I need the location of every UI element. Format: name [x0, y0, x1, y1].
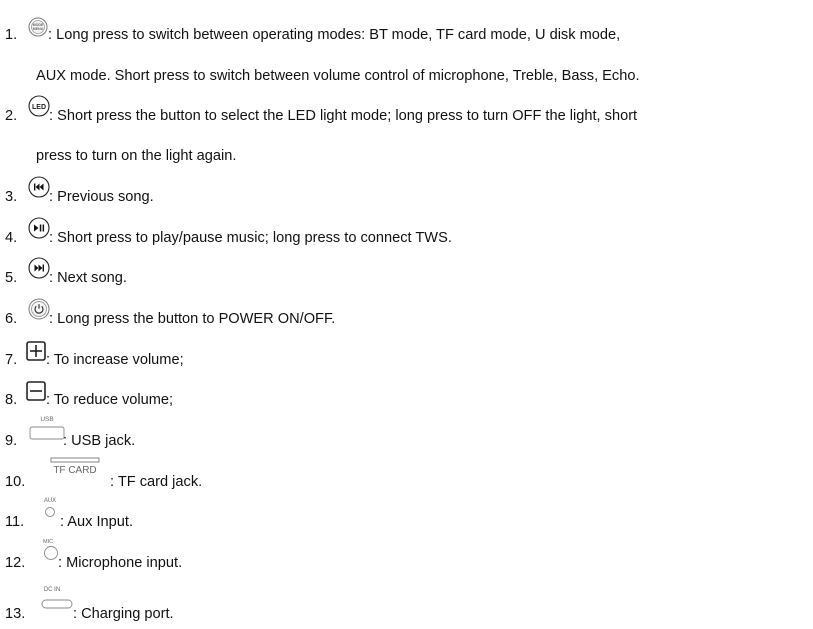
svg-text:LED: LED [32, 104, 46, 111]
item-description: : USB jack. [63, 433, 136, 449]
aux-port-icon: AUX [40, 497, 62, 525]
play-pause-button-icon [28, 217, 50, 239]
led-button-icon: LED [28, 95, 50, 117]
svg-text:USB: USB [40, 416, 53, 423]
item-description: : Previous song. [49, 189, 154, 205]
mode-menu-button-icon: MODE MENU [28, 17, 48, 37]
power-button-icon [28, 298, 50, 320]
item-description: : Microphone input. [58, 555, 183, 571]
item-description: : Charging port. [73, 606, 174, 622]
svg-text:DC IN: DC IN [44, 587, 60, 593]
item-description: : TF card jack. [110, 474, 203, 490]
svg-text:MIC: MIC [43, 539, 53, 545]
dc-in-port-icon: DC IN [40, 585, 76, 615]
item-description: : Aux Input. [60, 514, 134, 530]
minus-button-icon [26, 381, 46, 401]
item-number: 2. [5, 108, 18, 124]
item-description: : Short press the button to select the L… [49, 108, 638, 124]
svg-text:TF CARD: TF CARD [53, 465, 96, 476]
svg-text:AUX: AUX [44, 498, 56, 504]
item-number: 8. [5, 392, 18, 408]
item-description: : Long press the button to POWER ON/OFF. [49, 311, 336, 327]
item-number: 6. [5, 311, 18, 327]
item-number: 11. [5, 514, 25, 530]
item-description: : To reduce volume; [46, 392, 174, 408]
item-number: 7. [5, 352, 18, 368]
tf-card-slot-icon: TF CARD [43, 456, 113, 484]
item-number: 9. [5, 433, 18, 449]
svg-text:MENU: MENU [33, 27, 44, 31]
item-number: 12. [5, 555, 26, 571]
plus-button-icon [26, 341, 46, 361]
usb-port-icon: USB [28, 416, 68, 444]
item-number: 1. [5, 27, 18, 43]
next-button-icon [28, 257, 50, 279]
previous-button-icon [28, 176, 50, 198]
item-number: 10. [5, 474, 26, 490]
item-description: : Next song. [49, 270, 127, 286]
item-description-continued: press to turn on the light again. [36, 148, 237, 164]
item-number: 5. [5, 270, 18, 286]
item-number: 3. [5, 189, 18, 205]
item-number: 4. [5, 230, 18, 246]
item-description: : To increase volume; [46, 352, 184, 368]
item-number: 13. [5, 606, 26, 622]
item-description: : Long press to switch between operating… [48, 27, 621, 43]
item-description: : Short press to play/pause music; long … [49, 230, 452, 246]
item-description-continued: AUX mode. Short press to switch between … [36, 68, 640, 84]
